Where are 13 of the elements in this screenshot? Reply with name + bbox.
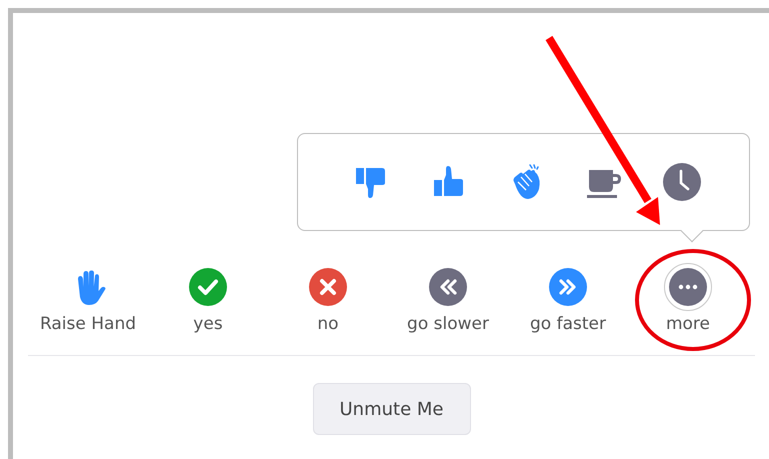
reaction-button[interactable]: go slower (388, 267, 508, 334)
reaction-button[interactable]: Raise Hand (28, 267, 148, 334)
unmute-button[interactable]: Unmute Me (312, 383, 470, 435)
reaction-button[interactable]: yes (148, 267, 268, 334)
check-icon (188, 267, 228, 307)
more-icon (668, 267, 708, 307)
emoji-button[interactable] (662, 162, 702, 202)
rewind-icon (428, 267, 468, 307)
reaction-button[interactable]: go faster (508, 267, 628, 334)
close-icon (308, 267, 348, 307)
clock-icon (662, 162, 702, 202)
fast-forward-icon (548, 267, 588, 307)
reaction-button[interactable]: no (268, 267, 388, 334)
